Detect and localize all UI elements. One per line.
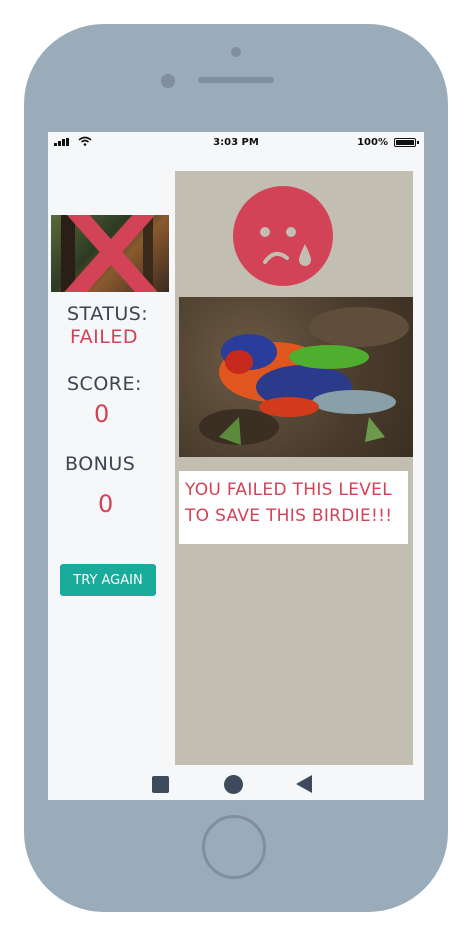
app-screen: 3:03 PM 100% STATUS: FAILED SCORE: 0 BON…	[48, 132, 424, 800]
bonus-value: 0	[98, 490, 114, 518]
front-camera	[161, 74, 175, 88]
hardware-home-button[interactable]	[202, 815, 266, 879]
nav-square-icon[interactable]	[152, 776, 169, 793]
bird-photo	[179, 297, 413, 457]
front-sensor	[231, 47, 241, 57]
sad-face-icon	[233, 186, 333, 286]
bonus-label: BONUS	[65, 453, 136, 475]
result-panel: YOU FAILED THIS LEVEL TO SAVE THIS BIRDI…	[175, 171, 413, 765]
score-label: SCORE:	[67, 373, 142, 395]
level-thumbnail	[51, 215, 169, 292]
status-value: FAILED	[70, 326, 139, 348]
status-bar: 3:03 PM 100%	[48, 132, 424, 152]
fail-cross-icon	[64, 215, 158, 292]
earpiece-speaker	[198, 77, 274, 83]
battery-percent: 100%	[357, 137, 388, 148]
fail-message-box: YOU FAILED THIS LEVEL TO SAVE THIS BIRDI…	[179, 471, 408, 544]
battery-icon	[394, 138, 419, 147]
score-value: 0	[94, 400, 110, 428]
nav-back-icon[interactable]	[296, 775, 312, 793]
fail-message: YOU FAILED THIS LEVEL TO SAVE THIS BIRDI…	[185, 480, 393, 526]
status-label: STATUS:	[67, 303, 149, 325]
try-again-button[interactable]: TRY AGAIN	[60, 564, 156, 596]
nav-circle-icon[interactable]	[224, 775, 243, 794]
